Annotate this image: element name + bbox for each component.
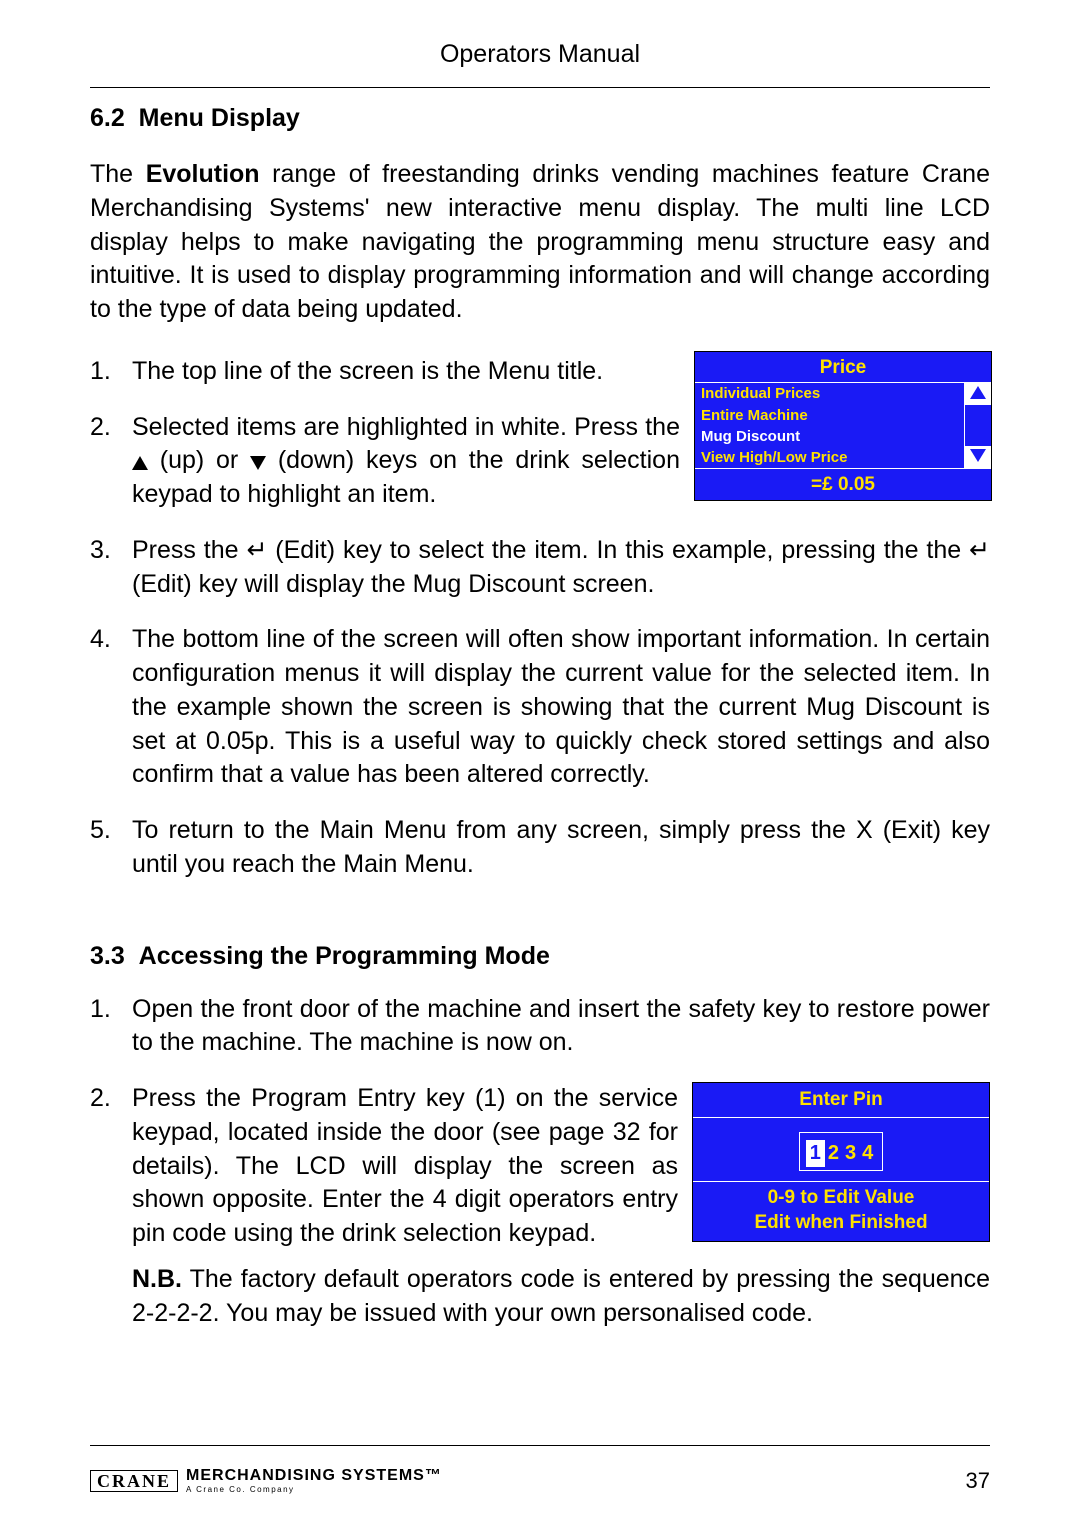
lcd-item-mug-discount: Mug Discount	[695, 426, 964, 447]
step-2-num: 2.	[90, 411, 132, 512]
lcd2-footer-1: 0-9 to Edit Value	[693, 1186, 989, 1211]
lcd-enter-pin-screen: Enter Pin 1234 0-9 to Edit Value Edit wh…	[692, 1082, 990, 1242]
lcd-scroll-track	[965, 405, 991, 446]
section-3-3-number: 3.3	[90, 942, 125, 970]
brand-box: CRANE	[90, 1470, 178, 1493]
lcd-footer: =£ 0.05	[695, 468, 991, 500]
pin-digit-2: 2	[825, 1140, 842, 1167]
s33-step-1: 1. Open the front door of the machine an…	[90, 993, 990, 1061]
step-5: 5. To return to the Main Menu from any s…	[90, 814, 990, 882]
lcd2-footer: 0-9 to Edit Value Edit when Finished	[693, 1182, 989, 1240]
lcd-down-arrow-icon	[965, 446, 991, 468]
step-3-text: Press the ↵ (Edit) key to select the ite…	[132, 534, 990, 602]
bottom-rule	[90, 1445, 990, 1446]
step-3: 3. Press the ↵ (Edit) key to select the …	[90, 534, 990, 602]
s33-step-2: 2. Press the Program Entry key (1) on th…	[90, 1082, 990, 1251]
intro-pre: The	[90, 160, 146, 188]
brand-stack: MERCHANDISING SYSTEMS™ A Crane Co. Compa…	[186, 1468, 442, 1494]
brand-text: MERCHANDISING SYSTEMS™	[186, 1468, 442, 1484]
step-1: 1. The top line of the screen is the Men…	[90, 355, 990, 389]
page-footer: CRANE MERCHANDISING SYSTEMS™ A Crane Co.…	[90, 1468, 990, 1494]
section-3-3-steps: 1. Open the front door of the machine an…	[90, 993, 990, 1331]
section-6-2-heading: 6.2 Menu Display	[90, 104, 990, 133]
up-arrow-icon	[132, 456, 148, 470]
lcd-title: Price	[695, 352, 991, 384]
top-rule	[90, 87, 990, 88]
lcd-price-screen: Price Individual Prices Entire Machine M…	[694, 351, 992, 501]
intro-bold: Evolution	[146, 160, 260, 188]
step-1-text: The top line of the screen is the Menu t…	[132, 355, 694, 389]
step-2a: Selected items are highlighted in white.…	[132, 413, 680, 441]
lcd-item-individual-prices: Individual Prices	[695, 383, 964, 404]
header-title: Operators Manual	[90, 40, 990, 69]
lcd-item-entire-machine: Entire Machine	[695, 405, 964, 426]
s33-nb-text: N.B. The factory default operators code …	[132, 1263, 990, 1331]
pin-digit-4: 4	[859, 1140, 876, 1167]
step-1-num: 1.	[90, 355, 132, 389]
lcd-body: Individual Prices Entire Machine Mug Dis…	[695, 383, 991, 468]
nb-label: N.B.	[132, 1265, 182, 1293]
page: Operators Manual 6.2 Menu Display The Ev…	[0, 0, 1080, 1526]
lcd-item-view-high-low: View High/Low Price	[695, 447, 964, 468]
down-arrow-icon	[250, 456, 266, 470]
section-6-2-intro: The Evolution range of freestanding drin…	[90, 158, 990, 327]
lcd2-mid: 1234	[693, 1118, 989, 1183]
lcd2-title: Enter Pin	[693, 1083, 989, 1118]
lcd-items: Individual Prices Entire Machine Mug Dis…	[695, 383, 964, 468]
s33-nb-spacer	[90, 1263, 132, 1331]
brand-sub: A Crane Co. Company	[186, 1485, 442, 1494]
lcd-scroll-arrows	[964, 383, 991, 468]
page-number: 37	[966, 1468, 990, 1494]
step-2-text: Selected items are highlighted in white.…	[132, 411, 694, 512]
step-4: 4. The bottom line of the screen will of…	[90, 623, 990, 792]
step-2b: (up) or	[148, 446, 250, 474]
s33-nb: N.B. The factory default operators code …	[90, 1263, 990, 1331]
step-4-num: 4.	[90, 623, 132, 792]
s33-step-2-text: Press the Program Entry key (1) on the s…	[132, 1082, 692, 1251]
brand: CRANE MERCHANDISING SYSTEMS™ A Crane Co.…	[90, 1468, 442, 1494]
pin-digit-1: 1	[806, 1140, 825, 1167]
step-5-text: To return to the Main Menu from any scre…	[132, 814, 990, 882]
section-6-2-title: Menu Display	[139, 104, 300, 132]
step-5-num: 5.	[90, 814, 132, 882]
s33-step-2-num: 2.	[90, 1082, 132, 1251]
step-3-num: 3.	[90, 534, 132, 602]
lcd2-footer-2: Edit when Finished	[693, 1211, 989, 1236]
pin-box: 1234	[799, 1132, 884, 1172]
step-4-text: The bottom line of the screen will often…	[132, 623, 990, 792]
section-6-2-number: 6.2	[90, 104, 125, 132]
section-3-3-heading: 3.3 Accessing the Programming Mode	[90, 942, 990, 971]
step-1-body: The top line of the screen is the Menu t…	[132, 355, 680, 389]
s33-step-1-num: 1.	[90, 993, 132, 1061]
pin-digit-3: 3	[842, 1140, 859, 1167]
nb-body: The factory default operators code is en…	[132, 1265, 990, 1327]
section-6-2-steps: 1. The top line of the screen is the Men…	[90, 355, 990, 882]
section-3-3-title: Accessing the Programming Mode	[139, 942, 550, 970]
lcd-up-arrow-icon	[965, 383, 991, 405]
s33-step-1-text: Open the front door of the machine and i…	[132, 993, 990, 1061]
